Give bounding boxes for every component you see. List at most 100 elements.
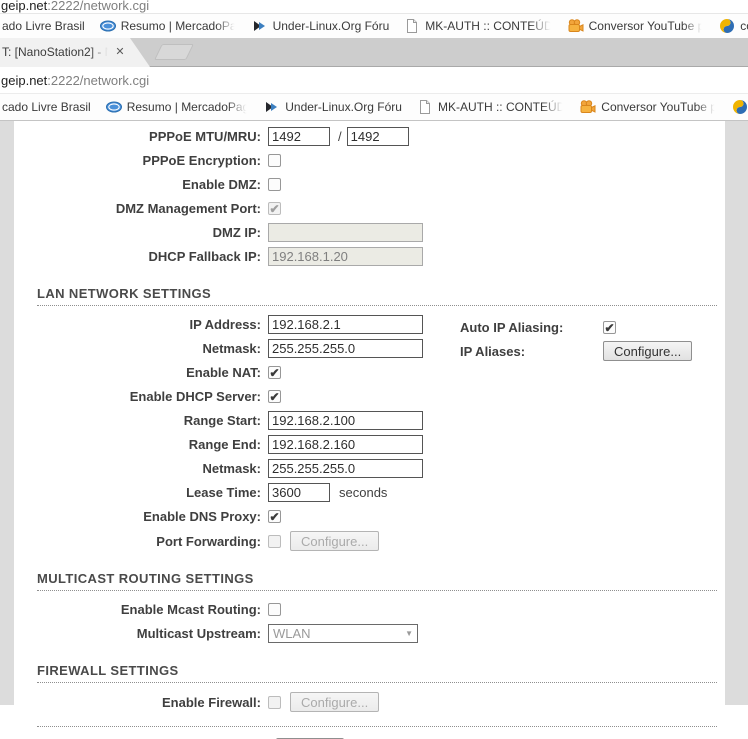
enable-dmz-checkbox[interactable] [268, 178, 281, 191]
dhcp-fallback-ip-row: DHCP Fallback IP: [14, 247, 725, 266]
lease-time-row: Lease Time: seconds [14, 483, 725, 502]
port-forwarding-label: Port Forwarding: [156, 533, 261, 549]
bookmark-label: Conversor YouTube p [588, 19, 705, 33]
bookmark-mercadopago[interactable]: Resumo | MercadoPag [105, 99, 250, 115]
pppoe-encryption-checkbox[interactable] [268, 154, 281, 167]
underlinux-icon [264, 99, 280, 115]
address-bar-top[interactable]: geip.net:2222/network.cgi [0, 0, 748, 14]
page-icon [404, 18, 420, 34]
pppoe-mtu-label: PPPoE MTU/MRU: [149, 129, 261, 144]
bookmark-label: cor [740, 19, 748, 33]
range-start-input[interactable] [268, 411, 423, 430]
tab-title: T: [NanoStation2] - N [2, 45, 110, 59]
lan-settings-rows: IP Address: Netmask: Auto IP Aliasing: ✔… [14, 315, 725, 551]
page-left-margin [0, 121, 14, 705]
enable-firewall-row: Enable Firewall: Configure... [14, 692, 725, 712]
ip-aliases-configure-button[interactable]: Configure... [603, 341, 693, 361]
firewall-configure-button: Configure... [290, 692, 380, 712]
bookmark-underlinux[interactable]: Under-Linux.Org Fóru [264, 99, 402, 115]
tab-nanostation[interactable]: T: [NanoStation2] - N [0, 38, 150, 67]
pppoe-mtu-row: PPPoE MTU/MRU: / [14, 127, 725, 146]
range-end-input[interactable] [268, 435, 423, 454]
bookmark-label: MK-AUTH :: CONTEÚD [425, 19, 553, 33]
address-bar[interactable]: geip.net:2222/network.cgi [0, 67, 748, 94]
enable-nat-label: Enable NAT: [186, 365, 261, 380]
enable-dhcp-server-label: Enable DHCP Server: [129, 389, 261, 404]
url-text: geip.net:2222/network.cgi [0, 73, 149, 88]
auto-ip-aliasing-checkbox[interactable]: ✔ [603, 320, 616, 334]
enable-mcast-routing-row: Enable Mcast Routing: [14, 600, 725, 619]
netmask-label: Netmask: [202, 341, 261, 356]
ip-address-label: IP Address: [189, 317, 261, 332]
chevron-down-icon: ▼ [405, 629, 413, 638]
enable-dmz-label: Enable DMZ: [182, 177, 261, 192]
firewall-section-header: FIREWALL SETTINGS [37, 663, 717, 683]
multicast-upstream-value: WLAN [273, 626, 311, 641]
lan-settings-heading: LAN NETWORK SETTINGS [37, 286, 212, 301]
bookmark-label: Under-Linux.Org Fóru [285, 100, 402, 114]
bookmark-label: cado Livre Brasil [2, 100, 91, 114]
ip-address-input[interactable] [268, 315, 423, 334]
bookmark-label: Conversor YouTube p [601, 100, 717, 114]
lease-time-label: Lease Time: [186, 485, 261, 500]
range-start-row: Range Start: [14, 411, 725, 430]
multicast-heading: MULTICAST ROUTING SETTINGS [37, 571, 254, 586]
range-end-row: Range End: [14, 435, 725, 454]
bookmark-label: Resumo | MercadoPa [120, 19, 237, 33]
pppoe-mtu-input[interactable] [268, 127, 330, 146]
underlinux-icon [252, 18, 268, 34]
pppoe-mru-input[interactable] [346, 127, 409, 146]
firewall-heading: FIREWALL SETTINGS [37, 663, 179, 678]
auto-ip-aliasing-row: Auto IP Aliasing: ✔ [460, 317, 692, 337]
lease-time-input[interactable] [268, 483, 330, 502]
dmz-management-port-checkbox: ✔ [268, 202, 281, 216]
port-forwarding-checkbox[interactable] [268, 534, 281, 548]
enable-dmz-row: Enable DMZ: [14, 175, 725, 194]
bookmark-conversor-youtube[interactable]: Conversor YouTube p [580, 99, 717, 115]
new-tab-button[interactable] [154, 44, 194, 60]
enable-dhcp-server-checkbox[interactable]: ✔ [268, 390, 281, 403]
multicast-upstream-select: WLAN ▼ [268, 624, 418, 643]
bookmark-mercado-livre[interactable]: cado Livre Brasil [2, 100, 91, 114]
bookmark-underlinux[interactable]: Under-Linux.Org Fóru [252, 18, 390, 34]
swirl-icon [732, 99, 748, 115]
lan-settings-section-header: LAN NETWORK SETTINGS [37, 286, 717, 306]
globe-icon [105, 99, 122, 115]
dhcp-fallback-ip-label: DHCP Fallback IP: [148, 249, 261, 264]
multicast-upstream-row: Multicast Upstream: WLAN ▼ [14, 624, 725, 643]
bookmark-label: MK-AUTH :: CONTEÚD [437, 100, 566, 114]
scrollbar-track[interactable] [725, 121, 748, 705]
enable-mcast-routing-checkbox[interactable] [268, 603, 281, 616]
network-settings-page: PPPoE MTU/MRU: / PPPoE Encryption: Enabl… [0, 121, 748, 739]
enable-firewall-checkbox[interactable] [268, 695, 281, 709]
bookmark-conversor-youtube[interactable]: Conversor YouTube p [568, 18, 705, 34]
bookmark-label: Resumo | MercadoPag [126, 100, 250, 114]
multicast-upstream-label: Multicast Upstream: [136, 626, 261, 641]
enable-nat-checkbox[interactable]: ✔ [268, 366, 281, 379]
bookmarks-bar: cado Livre Brasil Resumo | MercadoPag Un… [0, 94, 748, 121]
enable-dns-proxy-label: Enable DNS Proxy: [143, 509, 261, 524]
auto-ip-aliasing-label: Auto IP Aliasing: [460, 319, 564, 335]
mtu-mru-separator: / [338, 129, 342, 144]
dhcp-netmask-row: Netmask: [14, 459, 725, 478]
url-host: geip.net [1, 0, 48, 13]
bookmark-correio[interactable]: correi [732, 99, 748, 115]
bookmark-mercado-livre[interactable]: ado Livre Brasil [2, 19, 85, 33]
bookmark-mercadopago[interactable]: Resumo | MercadoPa [99, 18, 237, 34]
pppoe-encryption-label: PPPoE Encryption: [142, 153, 261, 168]
enable-firewall-label: Enable Firewall: [162, 694, 261, 710]
ip-aliases-row: IP Aliases: Configure... [460, 341, 693, 361]
bookmarks-bar-top: ado Livre Brasil Resumo | MercadoPa Unde… [0, 14, 748, 38]
bookmark-mkauth[interactable]: MK-AUTH :: CONTEÚD [417, 99, 565, 115]
dmz-management-port-label: DMZ Management Port: [115, 201, 261, 216]
camera-icon [580, 99, 596, 115]
bookmark-correio[interactable]: cor [719, 18, 748, 34]
dhcp-netmask-input[interactable] [268, 459, 423, 478]
bookmark-mkauth[interactable]: MK-AUTH :: CONTEÚD [404, 18, 553, 34]
bookmark-label: ado Livre Brasil [2, 19, 85, 33]
netmask-input[interactable] [268, 339, 423, 358]
tab-close-icon[interactable]: ✕ [113, 45, 127, 58]
camera-icon [568, 18, 584, 34]
bookmark-label: Under-Linux.Org Fóru [272, 19, 390, 33]
enable-dns-proxy-checkbox[interactable]: ✔ [268, 510, 281, 523]
